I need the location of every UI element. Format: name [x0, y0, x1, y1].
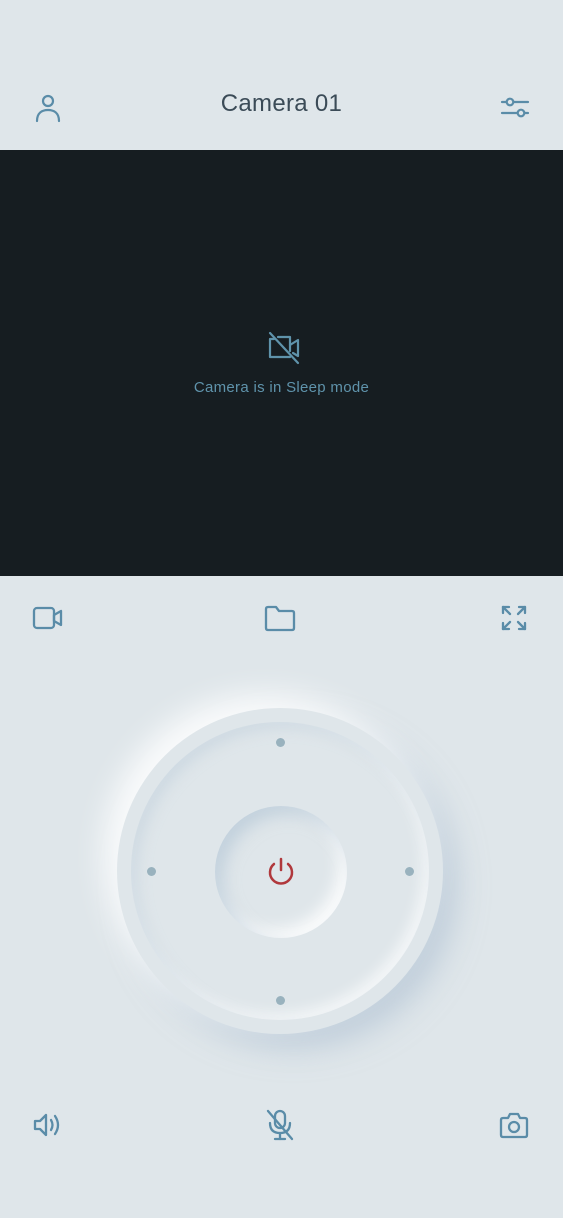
camera-icon [499, 1112, 529, 1139]
video-off-icon [268, 331, 300, 365]
video-camera-icon [32, 606, 63, 630]
pan-left-button[interactable] [147, 867, 156, 876]
folder-icon [264, 605, 296, 632]
pan-right-button[interactable] [405, 867, 414, 876]
mic-off-icon [266, 1109, 294, 1141]
sliders-icon [500, 97, 530, 118]
fullscreen-icon [501, 605, 527, 631]
header: Camera 01 [0, 0, 563, 150]
camera-app: Camera 01 Camera is in Sleep mode [0, 0, 563, 1218]
microphone-button[interactable] [260, 1105, 300, 1145]
power-icon [268, 857, 294, 885]
speaker-button[interactable] [28, 1105, 68, 1145]
record-button[interactable] [28, 598, 68, 638]
video-feed[interactable]: Camera is in Sleep mode [0, 150, 563, 576]
speaker-icon [33, 1113, 60, 1137]
snapshot-button[interactable] [494, 1105, 534, 1145]
settings-button[interactable] [495, 88, 535, 128]
pan-down-button[interactable] [276, 996, 285, 1005]
pan-up-button[interactable] [276, 738, 285, 747]
fullscreen-button[interactable] [494, 598, 534, 638]
page-title: Camera 01 [220, 90, 343, 117]
power-button[interactable] [215, 806, 347, 938]
files-button[interactable] [260, 598, 300, 638]
sleep-status-text: Camera is in Sleep mode [193, 379, 370, 396]
